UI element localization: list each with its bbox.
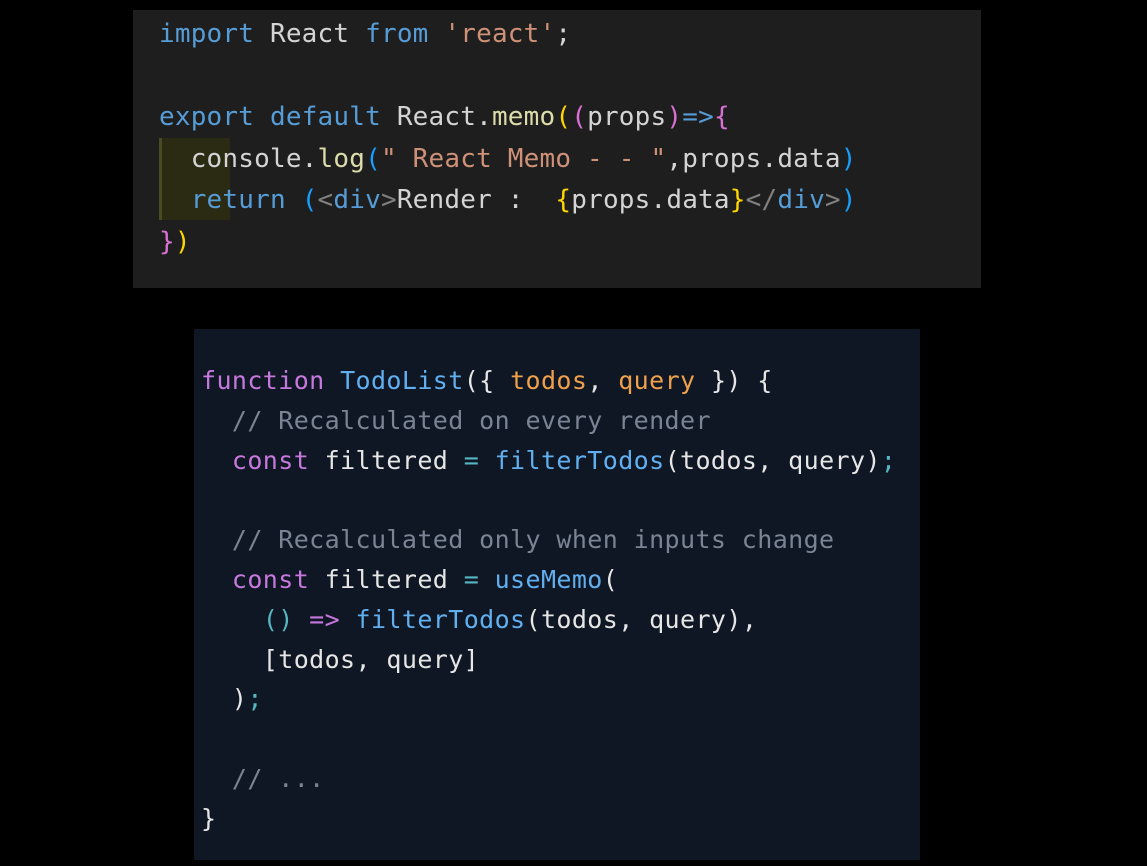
- code-token: const: [201, 565, 310, 594]
- usememo-code-panel: function TodoList({ todos, query }) { //…: [194, 329, 920, 860]
- code-token: =>: [682, 102, 714, 132]
- code-token: {: [555, 185, 572, 215]
- code-token: ): [174, 226, 191, 257]
- code-token: // Recalculated on every render: [201, 405, 711, 435]
- code-token: =: [463, 445, 480, 475]
- code-token: >: [380, 185, 397, 215]
- code-token: filterTodos: [355, 604, 526, 634]
- code-token: }: [201, 803, 217, 833]
- code-line: [todos, query]: [201, 640, 479, 680]
- code-token: {: [713, 102, 730, 132]
- code-token: function: [201, 366, 325, 395]
- code-token: ): [666, 102, 683, 132]
- code-token: ): [201, 684, 248, 714]
- code-line: import React from 'react';: [159, 14, 571, 54]
- code-token: useMemo: [494, 565, 603, 594]
- code-token: 'react': [444, 19, 556, 49]
- code-token: (: [555, 102, 572, 132]
- code-token: div: [333, 185, 381, 215]
- code-token: Render :: [396, 185, 556, 215]
- code-line: // Recalculated on every render: [201, 401, 711, 441]
- code-token: (: [301, 185, 318, 215]
- code-token: query: [618, 366, 696, 395]
- code-token: props.data: [571, 185, 730, 215]
- code-token: =: [463, 565, 480, 594]
- code-line: const filtered = useMemo(: [201, 560, 618, 600]
- code-token: filterTodos: [494, 445, 665, 475]
- code-token: from: [365, 19, 429, 49]
- code-token: ;: [247, 684, 263, 714]
- code-token: log: [317, 143, 366, 174]
- code-token: export: [159, 102, 255, 132]
- code-line: const filtered = filterTodos(todos, quer…: [201, 441, 896, 481]
- code-token: return: [159, 185, 286, 215]
- code-line: );: [201, 679, 263, 719]
- code-token: filtered: [309, 565, 464, 594]
- code-token: ;: [880, 445, 897, 475]
- code-token: ): [840, 185, 857, 215]
- code-token: filtered: [309, 445, 464, 475]
- code-token: ,props.data: [666, 143, 841, 174]
- code-line: () => filterTodos(todos, query),: [201, 600, 757, 640]
- code-token: (): [262, 604, 294, 634]
- code-token: div: [777, 185, 825, 215]
- code-token: (: [571, 102, 588, 132]
- code-token: React: [254, 19, 366, 49]
- code-token: " React Memo - - ": [380, 143, 667, 174]
- code-line: }: [201, 799, 216, 839]
- code-line: // Recalculated only when inputs change: [201, 520, 835, 560]
- code-token: import: [159, 19, 255, 49]
- code-token: }: [729, 185, 746, 215]
- code-token: console.: [159, 143, 318, 174]
- code-token: memo: [491, 102, 556, 132]
- code-token: default: [269, 102, 381, 132]
- code-token: <: [317, 185, 334, 215]
- code-token: ): [840, 143, 857, 174]
- code-token: const: [201, 445, 310, 475]
- code-token: }: [159, 226, 175, 257]
- code-token: // ...: [201, 764, 325, 793]
- code-token: (: [365, 143, 381, 174]
- code-line: }): [159, 222, 191, 262]
- code-line: // ...: [201, 759, 325, 799]
- code-token: =>: [309, 604, 341, 634]
- code-token: }) {: [695, 366, 773, 395]
- code-line: console.log(" React Memo - - ",props.dat…: [159, 139, 857, 179]
- code-token: (: [602, 565, 619, 594]
- code-token: // Recalculated only when inputs change: [201, 525, 835, 555]
- code-token: todos: [510, 366, 588, 395]
- code-line: return (<div>Render : {props.data}</div>…: [159, 180, 857, 220]
- code-token: >: [824, 185, 841, 215]
- code-token: (todos, query): [664, 445, 881, 475]
- code-token: ({: [463, 366, 511, 395]
- code-token: (todos, query),: [525, 604, 758, 634]
- code-token: props: [587, 102, 667, 132]
- code-token: ,: [587, 366, 619, 395]
- code-token: React.: [380, 102, 492, 132]
- react-memo-code-panel: import React from 'react'; export default…: [133, 10, 981, 288]
- code-token: [todos, query]: [201, 644, 480, 674]
- code-line: function TodoList({ todos, query }) {: [201, 361, 773, 401]
- code-token: ;: [555, 19, 572, 49]
- code-token: TodoList: [340, 366, 464, 395]
- code-line: export default React.memo((props)=>{: [159, 97, 730, 137]
- code-token: </: [745, 185, 778, 215]
